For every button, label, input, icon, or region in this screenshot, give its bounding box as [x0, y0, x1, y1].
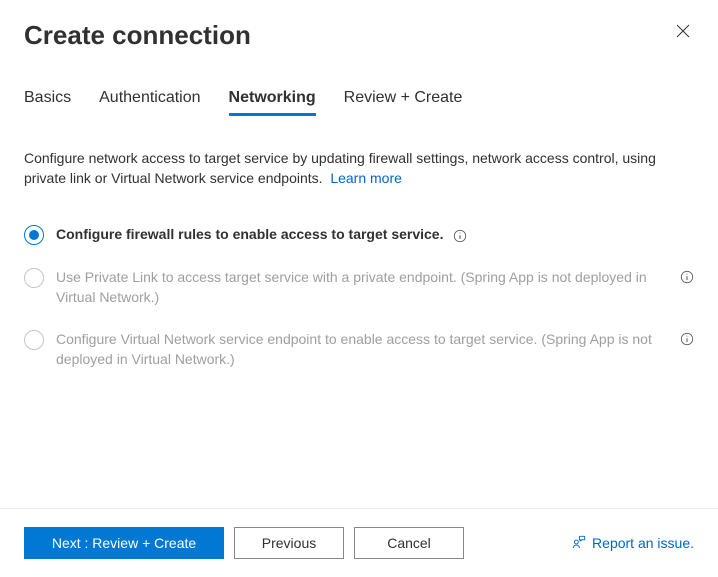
info-icon[interactable]	[680, 270, 694, 284]
option-vnet-endpoint: Configure Virtual Network service endpoi…	[24, 329, 694, 369]
person-feedback-icon	[572, 535, 586, 552]
info-icon[interactable]	[680, 332, 694, 346]
page-title: Create connection	[24, 20, 251, 51]
tab-bar: Basics Authentication Networking Review …	[24, 89, 694, 116]
option-firewall-label: Configure firewall rules to enable acces…	[56, 224, 694, 244]
close-icon	[676, 25, 690, 42]
option-vnet-endpoint-label: Configure Virtual Network service endpoi…	[56, 329, 680, 369]
option-private-link: Use Private Link to access target servic…	[24, 267, 694, 307]
previous-button[interactable]: Previous	[234, 527, 344, 559]
learn-more-link[interactable]: Learn more	[330, 170, 402, 186]
description-text: Configure network access to target servi…	[24, 148, 694, 188]
tab-review-create[interactable]: Review + Create	[344, 89, 463, 116]
close-button[interactable]	[672, 20, 694, 46]
footer: Next : Review + Create Previous Cancel R…	[24, 509, 694, 577]
tab-networking[interactable]: Networking	[229, 89, 316, 116]
next-button[interactable]: Next : Review + Create	[24, 527, 224, 559]
tab-basics[interactable]: Basics	[24, 89, 71, 116]
info-icon[interactable]	[453, 228, 467, 242]
report-issue-label: Report an issue.	[592, 535, 694, 551]
radio-firewall[interactable]	[24, 225, 44, 245]
tab-authentication[interactable]: Authentication	[99, 89, 200, 116]
radio-private-link	[24, 268, 44, 288]
report-issue-link[interactable]: Report an issue.	[572, 535, 694, 552]
radio-vnet-endpoint	[24, 330, 44, 350]
cancel-button[interactable]: Cancel	[354, 527, 464, 559]
networking-options: Configure firewall rules to enable acces…	[24, 224, 694, 369]
option-firewall[interactable]: Configure firewall rules to enable acces…	[24, 224, 694, 245]
option-private-link-label: Use Private Link to access target servic…	[56, 267, 680, 307]
